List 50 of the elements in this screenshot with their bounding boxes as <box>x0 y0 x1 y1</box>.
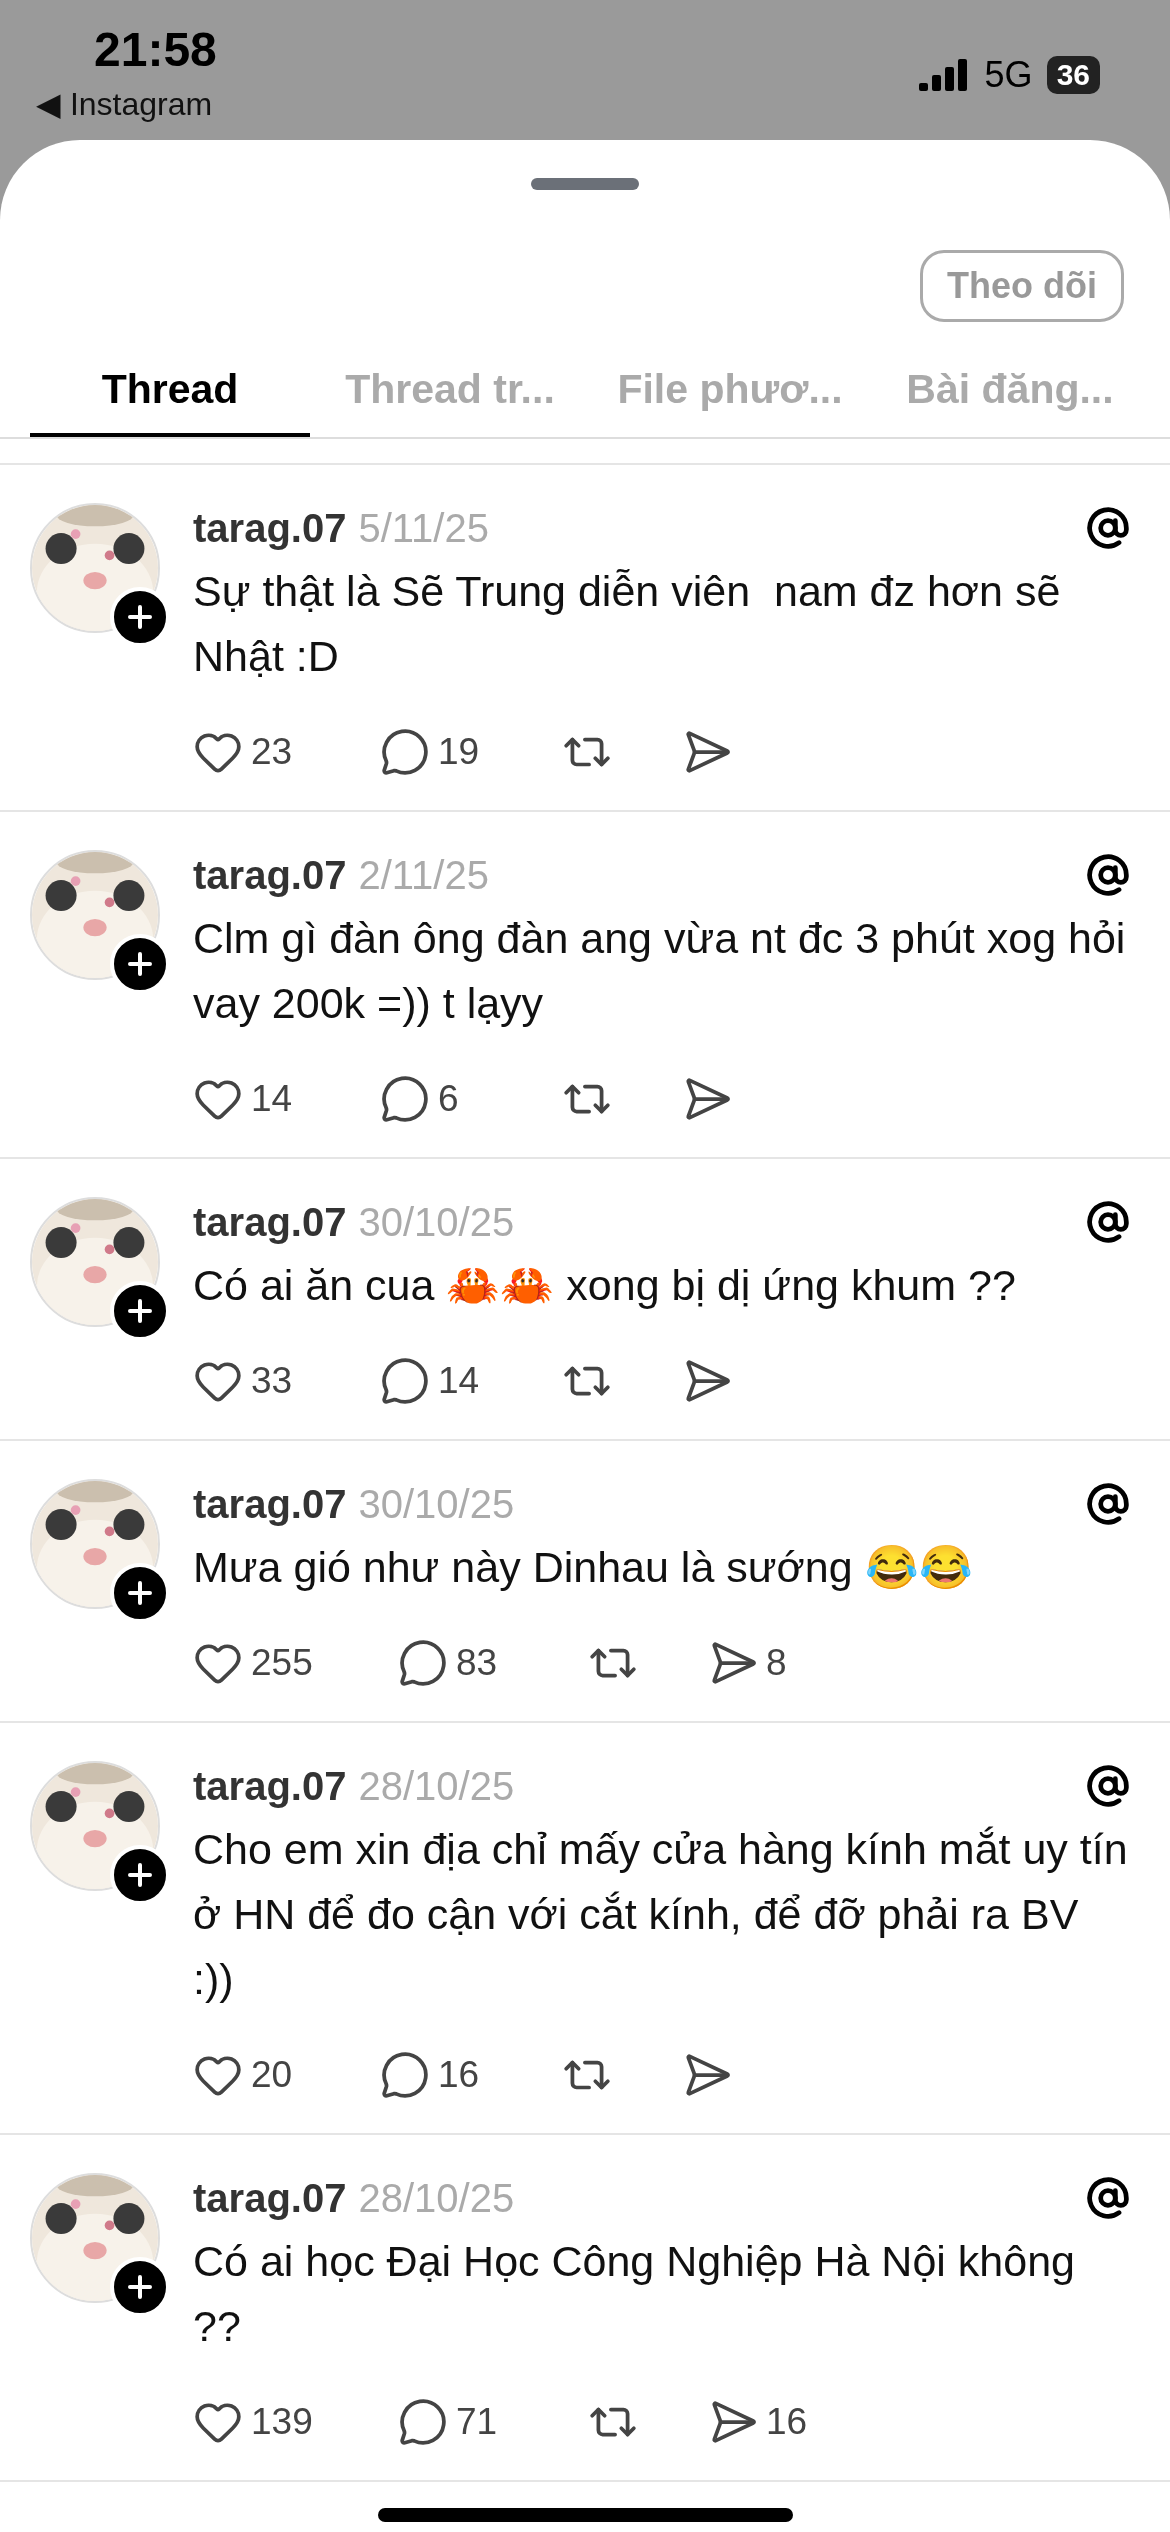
username[interactable]: tarag.07 <box>193 852 347 898</box>
like-count: 20 <box>251 2054 293 2096</box>
comment-icon[interactable] <box>380 727 430 777</box>
post-date: 30/10/25 <box>358 1199 516 1245</box>
like-count: 255 <box>251 1642 313 1684</box>
username[interactable]: tarag.07 <box>193 1199 347 1245</box>
comment-icon[interactable] <box>380 1074 430 1124</box>
tab[interactable]: Thread <box>30 352 310 437</box>
like-count: 33 <box>251 1360 293 1402</box>
sheet-handle[interactable] <box>531 178 639 190</box>
username[interactable]: tarag.07 <box>193 1763 347 1809</box>
like-count: 14 <box>251 1078 293 1120</box>
reply-count: 6 <box>438 1078 459 1120</box>
like-count: 139 <box>251 2401 313 2443</box>
post-date: 30/10/25 <box>358 1481 516 1527</box>
comment-icon[interactable] <box>380 2050 430 2100</box>
comment-icon[interactable] <box>380 1356 430 1406</box>
reply-count: 19 <box>438 731 480 773</box>
post-date: 28/10/25 <box>358 1763 516 1809</box>
network-label: 5G <box>984 54 1033 96</box>
comment-icon[interactable] <box>398 1638 448 1688</box>
comment-icon[interactable] <box>398 2397 448 2447</box>
reply-count: 16 <box>438 2054 480 2096</box>
share-count: 16 <box>766 2401 808 2443</box>
post-date: 28/10/25 <box>358 2175 516 2221</box>
post-text: Có ai ăn cua 🦀🦀 xong bị dị ứng khum ?? <box>193 1260 1017 1311</box>
post-text: Sự thật là Sẽ Trung diễn viên nam đz hơn sẽ Nhật :D <box>193 566 1062 682</box>
logo-icon[interactable] <box>1086 1482 1130 1526</box>
logo-icon[interactable] <box>1086 506 1130 550</box>
status-time: 21:58 <box>94 22 217 77</box>
username[interactable]: tarag.07 <box>193 1481 347 1527</box>
back-link[interactable]: ◀ Instagram <box>36 85 213 123</box>
post-text: Mưa gió như này Dinhau là sướng 😂😂 <box>193 1542 974 1593</box>
reply-count: 83 <box>456 1642 498 1684</box>
post-date: 5/11/25 <box>358 505 490 551</box>
logo-icon[interactable] <box>1086 1764 1130 1808</box>
username[interactable]: tarag.07 <box>193 2175 347 2221</box>
logo-icon[interactable] <box>1086 2176 1130 2220</box>
post-text: Clm gì đàn ông đàn ang vừa nt đc 3 phút xog hỏi vay 200k =)) t lạyy <box>193 913 1127 1029</box>
reply-count: 14 <box>438 1360 480 1402</box>
post-text: Cho em xin địa chỉ mấy cửa hàng kính mắt uy tín ở HN để đo cận với cắt kính, để đỡ phải ra BV :)) <box>193 1824 1129 2005</box>
reply-count: 71 <box>456 2401 498 2443</box>
battery-indicator: 36 <box>1046 56 1100 94</box>
post-text: Có ai học Đại Học Công Nghiệp Hà Nội không ?? <box>193 2236 1076 2352</box>
share-count: 8 <box>766 1642 787 1684</box>
like-count: 23 <box>251 731 293 773</box>
post-date: 2/11/25 <box>358 852 490 898</box>
logo-icon[interactable] <box>1086 1200 1130 1244</box>
logo-icon[interactable] <box>1086 853 1130 897</box>
username[interactable]: tarag.07 <box>193 505 347 551</box>
